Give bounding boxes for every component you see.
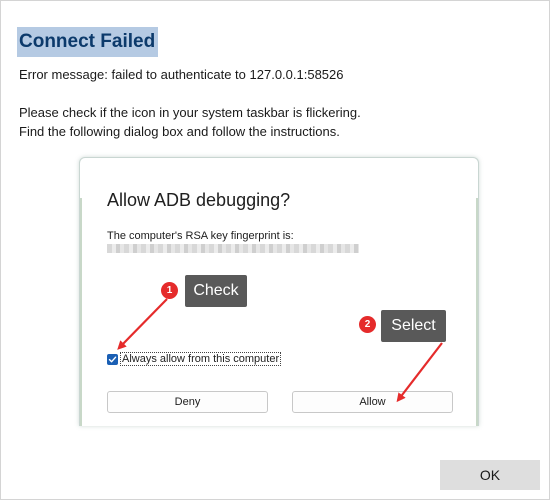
step-1-callout: Check: [185, 275, 247, 307]
adb-dialog-screenshot: Allow ADB debugging? The computer's RSA …: [79, 157, 479, 426]
always-allow-checkbox[interactable]: [107, 353, 118, 365]
rsa-fingerprint-redacted: [107, 244, 359, 253]
always-allow-label: Always allow from this computer: [120, 352, 282, 366]
always-allow-option[interactable]: Always allow from this computer: [107, 352, 282, 366]
step-2-badge: 2: [359, 316, 376, 333]
step-2-callout: Select: [381, 310, 446, 342]
dialog-title: Connect Failed: [17, 27, 159, 57]
checkmark-icon: [108, 356, 117, 362]
instruction-line-2: Find the following dialog box and follow…: [19, 124, 340, 139]
error-message: Error message: failed to authenticate to…: [19, 67, 344, 82]
rsa-fingerprint-label: The computer's RSA key fingerprint is:: [107, 230, 294, 242]
screenshot-edge: [476, 198, 478, 426]
allow-button[interactable]: Allow: [292, 391, 453, 413]
adb-dialog-title: Allow ADB debugging?: [107, 190, 291, 210]
step-1-badge: 1: [161, 282, 178, 299]
connect-failed-dialog: Connect Failed Error message: failed to …: [0, 0, 550, 500]
ok-button[interactable]: OK: [440, 460, 540, 490]
instruction-line-1: Please check if the icon in your system …: [19, 105, 361, 120]
deny-button[interactable]: Deny: [107, 391, 268, 413]
